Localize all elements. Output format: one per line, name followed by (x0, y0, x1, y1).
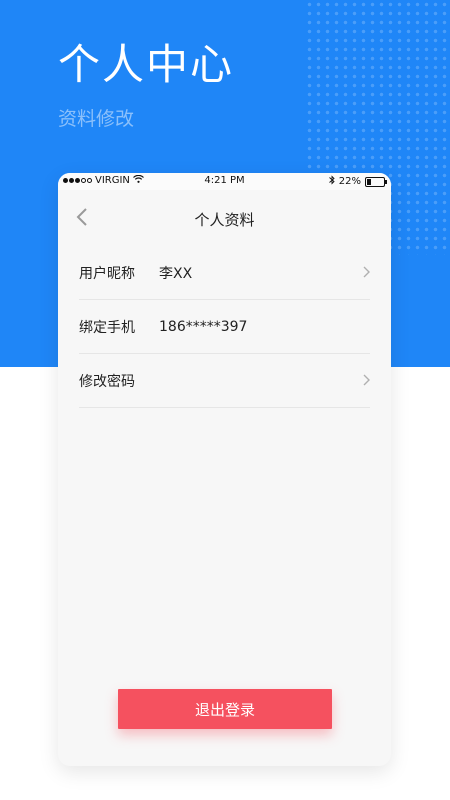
row-label: 用户昵称 (79, 265, 135, 282)
chevron-right-icon (363, 371, 370, 390)
page-title: 个人中心 (58, 40, 235, 89)
row-label: 绑定手机 (79, 319, 135, 336)
nav-bar: 个人资料 (58, 190, 391, 246)
page-subtitle: 资料修改 (58, 108, 135, 130)
nav-title: 个人资料 (194, 211, 255, 229)
battery-icon (365, 176, 387, 187)
row-label: 修改密码 (79, 373, 135, 390)
row-phone: 绑定手机 186*****397 (79, 300, 370, 354)
logout-button[interactable]: 退出登录 (118, 689, 332, 729)
row-change-password[interactable]: 修改密码 (79, 354, 370, 408)
row-value: 李XX (159, 265, 193, 282)
bluetooth-icon (328, 175, 335, 188)
chevron-right-icon (363, 263, 370, 282)
row-value: 186*****397 (159, 318, 248, 335)
battery-percent: 22% (338, 176, 361, 187)
phone-screen: VIRGIN 4:21 PM 22% 个人资料 用户昵称 李XX 绑定手机 18… (58, 173, 391, 766)
status-bar: VIRGIN 4:21 PM 22% (58, 173, 391, 190)
row-nickname[interactable]: 用户昵称 李XX (79, 246, 370, 300)
profile-list: 用户昵称 李XX 绑定手机 186*****397 修改密码 (79, 246, 370, 408)
